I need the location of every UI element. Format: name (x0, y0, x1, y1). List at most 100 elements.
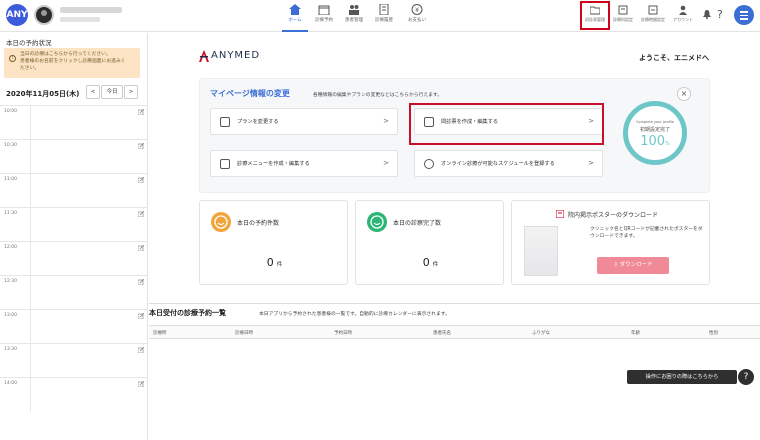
edit-icon[interactable] (138, 177, 144, 183)
card-label: プランを変更する (237, 119, 279, 125)
edit-menu-card[interactable]: 診療メニューを作成・編集する > (210, 150, 398, 177)
avatar[interactable] (34, 5, 54, 25)
svg-text:¥: ¥ (415, 7, 419, 14)
nav-department-label: 診療科設定 (613, 17, 633, 22)
table-columns: 診療所 診療日時 予約日時 患者氏名 ふりがな 年齢 性別 (149, 325, 760, 339)
clock-icon (424, 159, 434, 169)
mypage-subtitle: 各種情報の編集やプランの変更などはこちらから行えます。 (313, 93, 443, 98)
nav-home-label: ホーム (288, 18, 302, 23)
time-slot[interactable]: 11:00 (0, 173, 148, 208)
warning-line: 患者様のお名前をクリックし診療画面にお進みく (20, 59, 126, 64)
patients-icon (349, 5, 359, 15)
nav-patients-label: 患者管理 (345, 18, 363, 23)
current-date: 2020年11月05日(木) (6, 90, 80, 98)
chevron-right-icon: > (588, 159, 594, 167)
smile-face-icon (370, 215, 384, 229)
nav-payment-label: お支払い (408, 18, 426, 23)
change-plan-card[interactable]: プランを変更する > (210, 108, 398, 135)
stat-number: 0 (422, 256, 430, 269)
chevron-right-icon: > (383, 117, 389, 125)
time-slot-label: 12:00 (4, 245, 17, 250)
warning-banner: ! 当日の診療はこちらから行ってください。 患者様のお名前をクリックし診療画面に… (4, 48, 140, 78)
nav-department[interactable]: 診療科設定 (610, 2, 636, 30)
calendar-icon (318, 5, 330, 15)
nav-hours[interactable]: 診療時間設定 (640, 2, 666, 30)
nav-account[interactable]: アカウント (670, 2, 696, 30)
poster-icon (556, 210, 564, 218)
download-button[interactable]: ⇩ ダウンロード (597, 257, 669, 274)
column-header: 年齢 (631, 331, 640, 336)
warning-line: 当日の診療はこちらから行ってください。 (20, 52, 111, 57)
edit-icon[interactable] (138, 381, 144, 387)
stat-unit: 件 (276, 262, 283, 268)
time-slot[interactable]: 12:00 (0, 241, 148, 276)
stat-number: 0 (266, 256, 274, 269)
time-slot-label: 14:00 (4, 381, 17, 386)
edit-icon[interactable] (138, 109, 144, 115)
edit-icon[interactable] (138, 143, 144, 149)
today-completed-card: 本日の診察完了数 0件 (355, 200, 504, 285)
anymed-logo-icon (199, 50, 209, 62)
clinic-subname-redacted (60, 17, 100, 22)
time-slot[interactable]: 10:30 (0, 139, 148, 174)
main-content: ANYMED ようこそ、エニメドへ マイページ情報の変更 各種情報の編集やプラン… (149, 33, 760, 440)
smile-face-icon (214, 215, 228, 229)
nav-history-label: 診療履歴 (375, 18, 393, 23)
nav-payment[interactable]: ¥ お支払い (402, 2, 432, 30)
time-slot[interactable]: 10:00 (0, 105, 148, 140)
stat-value: 0件 (356, 256, 505, 269)
chevron-right-icon: > (383, 159, 389, 167)
time-slot-label: 11:30 (4, 211, 17, 216)
time-slot-label: 13:00 (4, 313, 17, 318)
time-slot[interactable]: 12:30 (0, 275, 148, 310)
history-icon (379, 4, 389, 15)
today-button[interactable]: 今日 (101, 85, 123, 99)
profile-percent-value: 100 (640, 134, 666, 149)
menu-line-icon (740, 14, 748, 16)
sidebar: 本日の予約状況 ! 当日の診療はこちらから行ってください。 患者様のお名前をクリ… (0, 33, 148, 440)
edit-icon[interactable] (138, 279, 144, 285)
clock-icon (648, 5, 658, 15)
edit-icon[interactable] (138, 245, 144, 251)
next-day-button[interactable]: > (124, 85, 138, 99)
help-button[interactable]: ? (738, 369, 754, 385)
time-slot[interactable]: 13:30 (0, 343, 148, 378)
profile-percent: 100% (628, 134, 682, 149)
stat-label: 本日の予約件数 (237, 220, 280, 227)
app-logo[interactable]: ANY (6, 4, 28, 26)
warning-icon: ! (9, 55, 16, 62)
time-slot[interactable]: 14:00 (0, 377, 148, 412)
edit-icon[interactable] (138, 211, 144, 217)
nav-history[interactable]: 診療履歴 (369, 2, 399, 30)
bell-icon[interactable] (703, 10, 711, 19)
column-header: ふりがな (532, 331, 550, 336)
register-schedule-card[interactable]: オンライン診療が可能なスケジュールを登録する > (414, 150, 603, 177)
slot-divider (30, 344, 31, 378)
prev-day-button[interactable]: < (86, 85, 100, 99)
nav-reservations[interactable]: 診療予約 (309, 2, 339, 30)
warning-line: ださい。 (20, 66, 40, 71)
highlight-box (580, 1, 610, 30)
stat-unit: 件 (432, 262, 439, 268)
smile-icon (367, 212, 387, 232)
time-slot-label: 10:30 (4, 143, 17, 148)
time-slot[interactable]: 13:00 (0, 309, 148, 344)
time-slot[interactable]: 11:30 (0, 207, 148, 242)
edit-icon[interactable] (138, 347, 144, 353)
close-button[interactable]: × (677, 87, 691, 101)
stat-label: 本日の診察完了数 (393, 220, 442, 227)
menu-button[interactable] (734, 5, 754, 25)
nav-patients[interactable]: 患者管理 (339, 2, 369, 30)
column-header: 予約日時 (334, 331, 352, 336)
help-icon[interactable]: ? (717, 8, 723, 21)
slot-divider (30, 174, 31, 208)
poster-download-card: 院内掲示ポスターのダウンロード クリニック名とQRコードが記載されたポスターをダ… (511, 200, 710, 285)
menu-line-icon (740, 11, 748, 13)
edit-icon[interactable] (138, 313, 144, 319)
stat-value: 0件 (200, 256, 349, 269)
poster-title: 院内掲示ポスターのダウンロード (568, 212, 659, 219)
slot-divider (30, 242, 31, 276)
slot-divider (30, 208, 31, 242)
help-banner[interactable]: 操作にお困りの際はこちらから (627, 370, 737, 384)
nav-home[interactable]: ホーム (280, 2, 310, 32)
